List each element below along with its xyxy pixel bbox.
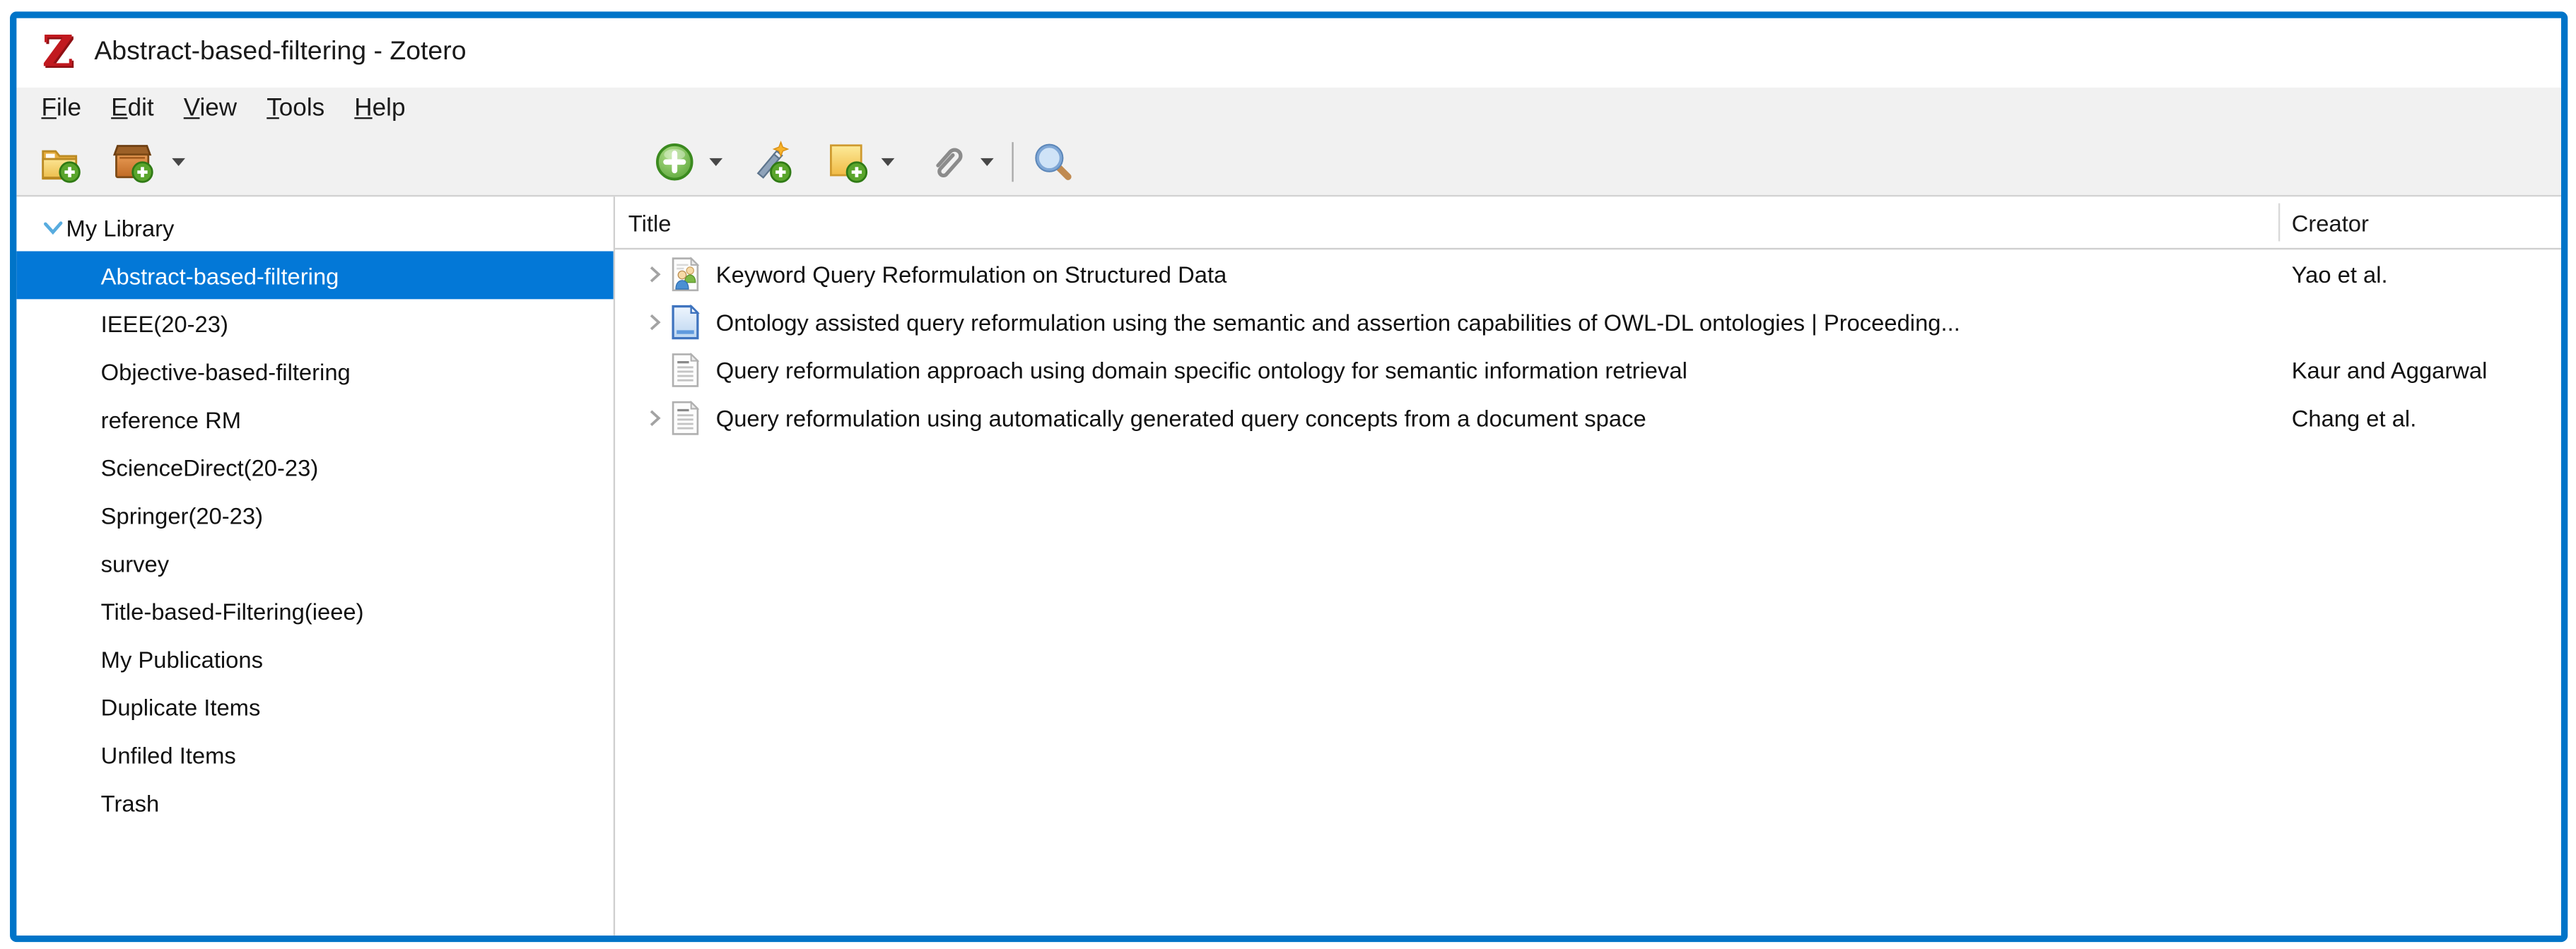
items-list: Keyword Query Reformulation on Structure… bbox=[615, 249, 2561, 441]
sidebar-item-label: My Library bbox=[66, 214, 175, 240]
add-attachment-dropdown-arrow-icon[interactable] bbox=[979, 156, 995, 167]
sidebar-item-label: reference RM bbox=[101, 406, 241, 432]
new-note-dropdown-arrow-icon[interactable] bbox=[879, 156, 896, 167]
new-collection-button[interactable] bbox=[38, 141, 81, 184]
conference-paper-icon bbox=[668, 254, 703, 293]
column-header-creator[interactable]: Creator bbox=[2292, 209, 2369, 235]
item-row[interactable]: Ontology assisted query reformulation us… bbox=[615, 297, 2561, 346]
zotero-logo-icon: Z bbox=[36, 30, 79, 76]
main-area: My Library Abstract-based-filtering IEEE(2… bbox=[16, 196, 2561, 935]
item-title: Ontology assisted query reformulation us… bbox=[716, 308, 1960, 334]
sidebar-item-abstract-based-filtering[interactable]: Abstract-based-filtering bbox=[16, 252, 613, 300]
items-list-header: Title Creator bbox=[615, 196, 2561, 249]
title-bar: Z Abstract-based-filtering - Zotero bbox=[16, 18, 2561, 88]
item-title: Keyword Query Reformulation on Structure… bbox=[716, 260, 1227, 286]
item-creator: Kaur and Aggarwal bbox=[2292, 356, 2488, 382]
add-attachment-button[interactable] bbox=[926, 141, 969, 184]
toolbar bbox=[16, 129, 2561, 196]
sidebar-item-springer-20-23-[interactable]: Springer(20-23) bbox=[16, 491, 613, 539]
sidebar-item-my-publications[interactable]: My Publications bbox=[16, 635, 613, 683]
sidebar-item-duplicate-items[interactable]: Duplicate Items bbox=[16, 683, 613, 731]
sidebar-item-label: Trash bbox=[101, 789, 160, 815]
chevron-right-icon[interactable] bbox=[643, 310, 667, 334]
new-library-button[interactable] bbox=[111, 141, 154, 184]
chevron-down-icon[interactable] bbox=[40, 214, 66, 240]
item-title: Query reformulation using automatically … bbox=[716, 404, 1646, 430]
item-row[interactable]: Keyword Query Reformulation on Structure… bbox=[615, 249, 2561, 297]
webpage-icon bbox=[668, 302, 703, 341]
sidebar-item-objective-based-filtering[interactable]: Objective-based-filtering bbox=[16, 347, 613, 395]
sidebar-item-label: Unfiled Items bbox=[101, 741, 236, 767]
sidebar-item-survey[interactable]: survey bbox=[16, 538, 613, 587]
new-library-dropdown-arrow-icon[interactable] bbox=[170, 156, 187, 167]
add-by-identifier-button[interactable] bbox=[749, 141, 792, 184]
menu-bar: FileEditViewToolsHelp bbox=[16, 88, 2561, 129]
sidebar-item-unfiled-items[interactable]: Unfiled Items bbox=[16, 731, 613, 779]
sidebar-item-label: Title-based-Filtering(ieee) bbox=[101, 598, 364, 624]
sidebar-item-trash[interactable]: Trash bbox=[16, 779, 613, 827]
sidebar-item-label: Objective-based-filtering bbox=[101, 358, 351, 384]
item-row[interactable]: Query reformulation using automatically … bbox=[615, 394, 2561, 442]
sidebar-item-label: Duplicate Items bbox=[101, 693, 261, 719]
sidebar-item-label: ScienceDirect(20-23) bbox=[101, 454, 319, 480]
new-item-dropdown-arrow-icon[interactable] bbox=[708, 156, 724, 167]
page: Z Abstract-based-filtering - Zotero File… bbox=[0, 0, 2576, 949]
journal-article-icon bbox=[668, 398, 703, 437]
menu-help[interactable]: Help bbox=[339, 91, 420, 126]
item-creator: Chang et al. bbox=[2292, 404, 2417, 430]
sidebar-item-my-library[interactable]: My Library bbox=[16, 204, 613, 252]
new-item-button[interactable] bbox=[653, 141, 696, 184]
sidebar-item-label: IEEE(20-23) bbox=[101, 310, 228, 336]
menu-file[interactable]: File bbox=[26, 91, 96, 126]
sidebar-item-reference-rm[interactable]: reference RM bbox=[16, 395, 613, 443]
chevron-right-icon[interactable] bbox=[643, 406, 667, 429]
new-note-button[interactable] bbox=[825, 141, 868, 184]
menu-view[interactable]: View bbox=[169, 91, 252, 126]
menu-edit[interactable]: Edit bbox=[96, 91, 169, 126]
chevron-right-icon[interactable] bbox=[643, 262, 667, 285]
sidebar-item-label: Springer(20-23) bbox=[101, 502, 263, 528]
toolbar-separator bbox=[1012, 142, 1013, 182]
column-header-title[interactable]: Title bbox=[628, 209, 672, 235]
menu-tools[interactable]: Tools bbox=[252, 91, 339, 126]
sidebar-item-label: survey bbox=[101, 550, 169, 576]
twisty-spacer bbox=[643, 358, 667, 381]
window-title: Abstract-based-filtering - Zotero bbox=[94, 38, 466, 68]
sidebar-item-ieee-20-23-[interactable]: IEEE(20-23) bbox=[16, 299, 613, 347]
zotero-window: Z Abstract-based-filtering - Zotero File… bbox=[10, 11, 2568, 942]
journal-article-icon bbox=[668, 350, 703, 389]
item-title: Query reformulation approach using domai… bbox=[716, 356, 1687, 382]
item-row[interactable]: Query reformulation approach using domai… bbox=[615, 346, 2561, 394]
collections-pane: My Library Abstract-based-filtering IEEE(2… bbox=[16, 196, 615, 935]
advanced-search-button[interactable] bbox=[1031, 141, 1075, 184]
column-divider[interactable] bbox=[2278, 204, 2280, 242]
sidebar-item-sciencedirect-20-23-[interactable]: ScienceDirect(20-23) bbox=[16, 443, 613, 491]
sidebar-item-title-based-filtering-ieee-[interactable]: Title-based-Filtering(ieee) bbox=[16, 587, 613, 635]
items-pane: Title Creator Keyword Query Reformulatio… bbox=[615, 196, 2561, 935]
sidebar-item-label: My Publications bbox=[101, 645, 263, 671]
item-creator: Yao et al. bbox=[2292, 260, 2388, 286]
sidebar-item-label: Abstract-based-filtering bbox=[101, 262, 339, 288]
